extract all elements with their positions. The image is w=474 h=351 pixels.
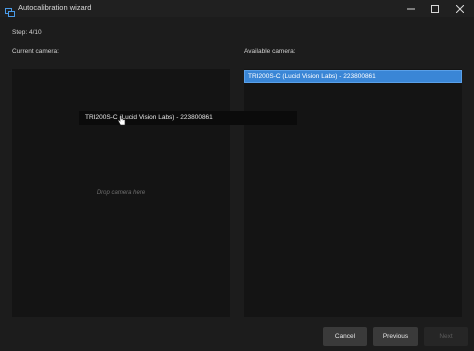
wizard-footer: Cancel Previous Next	[0, 322, 474, 351]
cancel-button[interactable]: Cancel	[323, 327, 367, 346]
autocalibration-wizard-window: Autocalibration wizard Step: 4/10 Curren…	[0, 0, 474, 351]
app-icon	[5, 4, 15, 17]
close-button[interactable]	[446, 0, 474, 17]
maximize-button[interactable]	[421, 0, 449, 17]
next-button[interactable]: Next	[424, 327, 468, 346]
maximize-icon	[431, 4, 439, 13]
panel-splitter	[230, 69, 244, 317]
available-camera-item[interactable]: TRI200S-C (Lucid Vision Labs) - 22380086…	[244, 70, 462, 83]
window-title: Autocalibration wizard	[18, 3, 92, 12]
minimize-icon	[407, 8, 415, 9]
current-camera-label: Current camera:	[12, 48, 59, 55]
close-icon	[456, 4, 464, 13]
available-camera-list[interactable]: TRI200S-C (Lucid Vision Labs) - 22380086…	[244, 69, 462, 317]
step-indicator: Step: 4/10	[12, 29, 42, 36]
available-camera-label: Available camera:	[244, 48, 296, 55]
hand-cursor-icon	[117, 113, 126, 126]
previous-button[interactable]: Previous	[373, 327, 418, 346]
current-camera-drop-zone[interactable]: Drop camera here	[12, 69, 230, 317]
drag-preview-item: TRI200S-C (Lucid Vision Labs) - 22380086…	[79, 111, 297, 125]
drop-hint: Drop camera here	[96, 190, 146, 196]
title-bar[interactable]: Autocalibration wizard	[0, 0, 474, 17]
